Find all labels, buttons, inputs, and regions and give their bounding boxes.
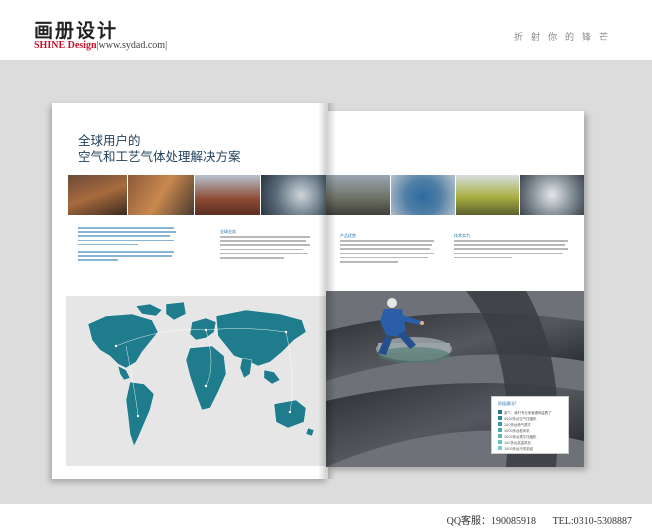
- legend-swatch: [498, 416, 502, 420]
- photo-fan: [260, 175, 328, 215]
- legend-label: 某个，我们专业序营通商监看了: [504, 410, 552, 415]
- contact-footer: QQ客服：190085918 TEL:0310-5308887: [447, 512, 632, 527]
- legend-label: 3000多台鼓风机: [504, 428, 530, 433]
- tech-strength-heading: 技术实力: [454, 233, 470, 238]
- brand-url[interactable]: |www.sydad.com|: [97, 40, 168, 51]
- title-line-2: 空气和工艺气体处理解决方案: [78, 149, 241, 164]
- product-advantage-heading: 产品优势: [340, 233, 356, 238]
- legend-swatch: [498, 428, 502, 432]
- photo-turbine: [520, 175, 584, 215]
- title-line-1: 全球用户的: [78, 133, 141, 148]
- left-global-text: 全球业务: [220, 229, 312, 261]
- photo-workers: [68, 175, 128, 215]
- brochure-right-page: 产品优势 技术实力 阶段通讯? 某个，我们专业序营通商监看了 4000多台空气压…: [326, 111, 584, 467]
- qq-contact[interactable]: QQ客服：190085918: [447, 516, 536, 527]
- site-slogan: 折射你的锋芒: [513, 33, 616, 43]
- legend-label: 4000多台空气压缩机: [504, 416, 537, 421]
- legend-label: 3000多台透平压缩机: [504, 434, 537, 439]
- tel-contact[interactable]: TEL:0310-5308887: [553, 516, 632, 527]
- left-page-title: 全球用户的 空气和工艺气体处理解决方案: [78, 133, 241, 165]
- photo-pipe: [128, 175, 194, 215]
- tech-strength-text: 技术实力: [454, 233, 570, 261]
- right-photo-strip: [326, 175, 584, 215]
- legend-label: 1000多台冷风机组: [504, 446, 533, 451]
- left-photo-strip: [68, 175, 328, 215]
- left-intro-text: [78, 227, 178, 264]
- photo-plant: [194, 175, 260, 215]
- brochure-left-page: 全球用户的 空气和工艺气体处理解决方案 全球业务: [52, 103, 328, 479]
- legend-item: 1000多台冷风机组: [498, 445, 562, 451]
- legend-title: 阶段通讯?: [498, 401, 517, 406]
- world-map: [66, 296, 328, 466]
- legend-swatch: [498, 446, 502, 450]
- brand-name[interactable]: SHINE Design: [34, 40, 97, 51]
- photo-industrial-1: [326, 175, 390, 215]
- legend-swatch: [498, 410, 502, 414]
- photo-yellow-machine: [455, 175, 520, 215]
- site-title: 画册设计: [34, 20, 119, 42]
- legend-label: 100多台高温风机: [504, 440, 531, 445]
- product-advantage-text: 产品优势: [340, 233, 436, 265]
- legend-panel: 阶段通讯? 某个，我们专业序营通商监看了 4000多台空气压缩机 200多台燃气…: [491, 396, 569, 454]
- legend-swatch: [498, 440, 502, 444]
- legend-label: 200多台燃气透平: [504, 422, 531, 427]
- global-heading: 全球业务: [220, 229, 236, 234]
- legend-swatch: [498, 422, 502, 426]
- photo-blue-machine: [390, 175, 455, 215]
- site-brand-line: SHINE Design|www.sydad.com|: [34, 40, 167, 51]
- world-map-graphic: [87, 301, 315, 447]
- site-header: 画册设计 SHINE Design|www.sydad.com| 折射你的锋芒: [0, 0, 652, 60]
- legend-swatch: [498, 434, 502, 438]
